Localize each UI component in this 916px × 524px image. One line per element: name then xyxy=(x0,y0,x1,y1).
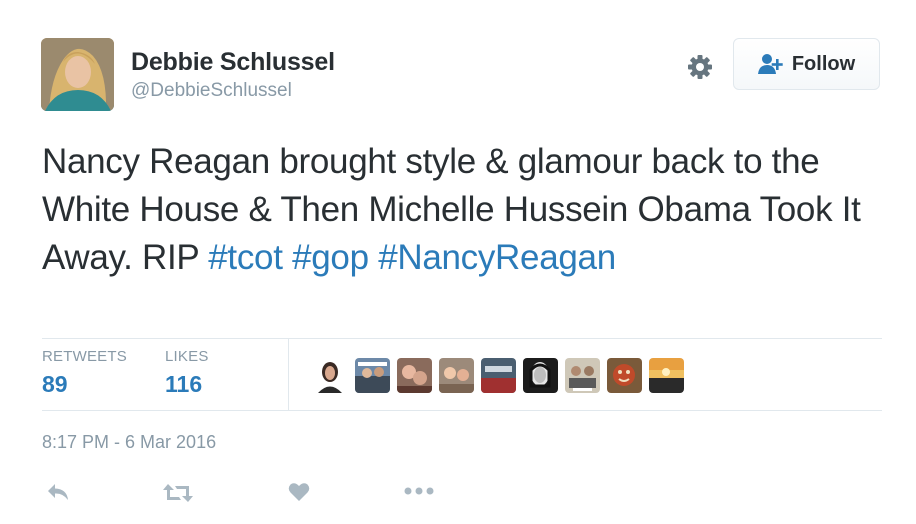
liker-avatar[interactable] xyxy=(607,358,642,393)
liker-avatar[interactable] xyxy=(313,358,348,393)
follow-label: Follow xyxy=(791,52,856,75)
vertical-divider xyxy=(288,339,289,410)
retweets-count: 89 xyxy=(42,371,68,397)
follow-button[interactable]: Follow xyxy=(733,38,880,90)
hashtag-link[interactable]: #NancyReagan xyxy=(378,238,616,277)
liker-avatar[interactable] xyxy=(565,358,600,393)
liker-avatar[interactable] xyxy=(481,358,516,393)
more-icon[interactable] xyxy=(404,486,434,510)
add-user-icon xyxy=(757,54,783,74)
liker-avatar[interactable] xyxy=(649,358,684,393)
retweet-icon[interactable] xyxy=(162,482,194,506)
hashtag-link[interactable]: #tcot xyxy=(208,238,283,277)
tweet-timestamp[interactable]: 8:17 PM - 6 Mar 2016 xyxy=(42,432,216,453)
retweets-stat[interactable]: RETWEETS 89 xyxy=(42,348,127,398)
likes-stat[interactable]: LIKES 116 xyxy=(165,348,209,398)
author-avatar[interactable] xyxy=(41,38,114,111)
liker-avatar[interactable] xyxy=(523,358,558,393)
liker-avatar[interactable] xyxy=(397,358,432,393)
reply-icon[interactable] xyxy=(46,482,70,506)
liker-avatar[interactable] xyxy=(355,358,390,393)
likes-count: 116 xyxy=(165,371,203,397)
hashtag-link[interactable]: #gop xyxy=(292,238,369,277)
likes-label: LIKES xyxy=(165,348,209,365)
author-handle[interactable]: @DebbieSchlussel xyxy=(131,80,292,102)
divider xyxy=(42,338,882,339)
liker-avatar[interactable] xyxy=(439,358,474,393)
likers-list xyxy=(313,358,684,393)
like-icon[interactable] xyxy=(288,482,310,506)
author-name[interactable]: Debbie Schlussel xyxy=(131,48,335,77)
tweet-text: Nancy Reagan brought style & glamour bac… xyxy=(42,138,882,282)
retweets-label: RETWEETS xyxy=(42,348,127,365)
gear-icon[interactable] xyxy=(685,52,715,82)
divider xyxy=(42,410,882,411)
